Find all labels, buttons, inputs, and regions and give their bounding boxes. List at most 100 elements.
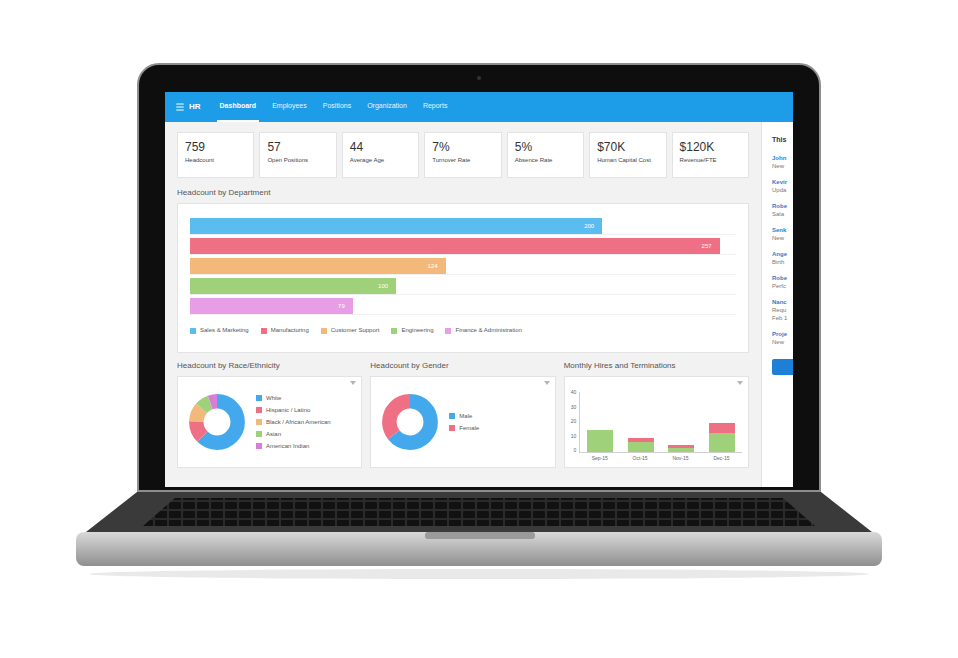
stacked-bar[interactable] (587, 430, 613, 452)
brand[interactable]: HR (175, 101, 207, 113)
kpi-value: 7% (432, 140, 493, 154)
activity-detail: Requ (772, 307, 793, 314)
panel-title: Monthly Hires and Terminations (564, 361, 749, 371)
kpi-card: $70KHuman Capital Cost (589, 132, 666, 178)
legend-item: Manufacturing (261, 326, 309, 335)
gender-panel: Headcount by GenderMaleFemale (370, 361, 555, 468)
y-tick: 10 (571, 433, 577, 439)
activity-item[interactable]: KevirUpda (772, 179, 793, 194)
chart-legend: White Hispanic / Latino Black / African Am… (256, 394, 331, 450)
chart-card: White Hispanic / Latino Black / African Am… (177, 376, 362, 468)
kpi-value: $120K (680, 140, 741, 154)
activity-detail: Perfc (772, 283, 793, 290)
legend-item: Customer Support (321, 326, 380, 335)
activity-name: Ange (772, 251, 793, 258)
legend-item: Sales & Marketing (190, 326, 249, 335)
legend-swatch (256, 395, 262, 401)
x-tick: Oct-15 (633, 455, 648, 463)
stacked-bar[interactable] (668, 445, 694, 452)
activity-item[interactable]: SenkNew (772, 227, 793, 242)
bar-segment (587, 430, 613, 452)
activity-name: Kevir (772, 179, 793, 186)
department-bar[interactable]: 124 (190, 258, 446, 274)
donut-chart (186, 391, 248, 453)
legend-swatch (256, 419, 262, 425)
bar-list: 200 257 124 100 79 (190, 218, 736, 315)
activity-detail: Upda (772, 187, 793, 194)
legend-item: Hispanic / Latino (256, 406, 331, 414)
nav-tab[interactable]: Positions (320, 92, 354, 122)
department-bar[interactable]: 79 (190, 298, 353, 314)
x-tick: Sep-15 (592, 455, 608, 463)
legend-item: Black / African American (256, 418, 331, 426)
activity-item[interactable]: RobePerfc (772, 275, 793, 290)
activity-item[interactable]: NancRequFeb 1 (772, 299, 793, 322)
kpi-card: 57 Open Positions (259, 132, 336, 178)
content-area: 759Headcount57Open Positions44Average Ag… (165, 122, 793, 487)
department-bar[interactable]: 200 (190, 218, 602, 234)
menu-icon[interactable] (175, 102, 185, 112)
legend-item: White (256, 394, 331, 402)
activity-item[interactable]: AngeBirth (772, 251, 793, 266)
activity-name: Proje (772, 331, 793, 338)
kpi-value: 44 (350, 140, 411, 154)
nav-tab[interactable]: Dashboard (217, 92, 260, 122)
nav-tab[interactable]: Reports (420, 92, 451, 122)
donut-segment (390, 401, 431, 442)
bar-track: 200 (190, 218, 736, 235)
activity-name: Nanc (772, 299, 793, 306)
legend-swatch (256, 407, 262, 413)
nav-tab[interactable]: Employees (269, 92, 310, 122)
top-bar: HR Dashboard Employees Positions Organizatio… (165, 92, 793, 122)
side-panel-button[interactable] (772, 359, 793, 375)
legend-swatch (449, 425, 455, 431)
kpi-value: 759 (185, 140, 246, 154)
activity-name: Senk (772, 227, 793, 234)
kpi-label: Open Positions (267, 156, 328, 164)
activity-detail: Sala (772, 211, 793, 218)
activity-item[interactable]: RobeSala (772, 203, 793, 218)
hires-panel: Monthly Hires and Terminations403020100S… (564, 361, 749, 468)
nav-tab[interactable]: Organization (364, 92, 410, 122)
kpi-value: $70K (597, 140, 658, 154)
stacked-bar[interactable] (628, 438, 654, 452)
legend-swatch (261, 328, 267, 334)
camera-dot (477, 76, 481, 80)
main: 759Headcount57Open Positions44Average Ag… (165, 122, 761, 487)
bar-segment (628, 442, 654, 452)
legend-item: American Indian (256, 442, 331, 450)
race-panel: Headcount by Race/EthnicityWhiteHispanic… (177, 361, 362, 468)
kpi-card: 5%Absence Rate (507, 132, 584, 178)
dropdown-caret-icon[interactable] (544, 381, 550, 385)
activity-detail: Birth (772, 259, 793, 266)
activity-item[interactable]: JohnNew (772, 155, 793, 170)
y-tick: 0 (571, 447, 577, 453)
panel-title: Headcount by Gender (370, 361, 555, 371)
kpi-label: Revenue/FTE (680, 156, 741, 164)
laptop-lid: HR Dashboard Employees Positions Organizatio… (137, 63, 821, 492)
stacked-bar[interactable] (709, 423, 735, 452)
side-panel-title: This (772, 135, 793, 146)
activity-item[interactable]: ProjeNew (772, 331, 793, 346)
bar-track: 257 (190, 238, 736, 255)
donut-segment (196, 401, 237, 442)
bar-segment (668, 448, 694, 452)
activity-name: Robe (772, 203, 793, 210)
dropdown-caret-icon[interactable] (350, 381, 356, 385)
donut-segment (196, 401, 237, 442)
y-tick: 40 (571, 389, 577, 395)
panel-title: Headcount by Department (177, 188, 749, 198)
donut-segment (196, 401, 237, 442)
activity-name: Robe (772, 275, 793, 282)
donut-segment (196, 401, 237, 442)
department-bar[interactable]: 100 (190, 278, 396, 294)
side-panel: ThisJohnNewKevirUpdaRobeSalaSenkNewAngeB… (761, 122, 793, 487)
department-bar[interactable]: 257 (190, 238, 720, 254)
kpi-value: 57 (267, 140, 328, 154)
legend-swatch (321, 328, 327, 334)
plot-area (579, 392, 742, 453)
plot: Sep-15Oct-15Nov-15Dec-15 (579, 389, 742, 467)
legend-item: Male (449, 412, 479, 420)
kpi-card: 44Average Age (342, 132, 419, 178)
dropdown-caret-icon[interactable] (737, 381, 743, 385)
